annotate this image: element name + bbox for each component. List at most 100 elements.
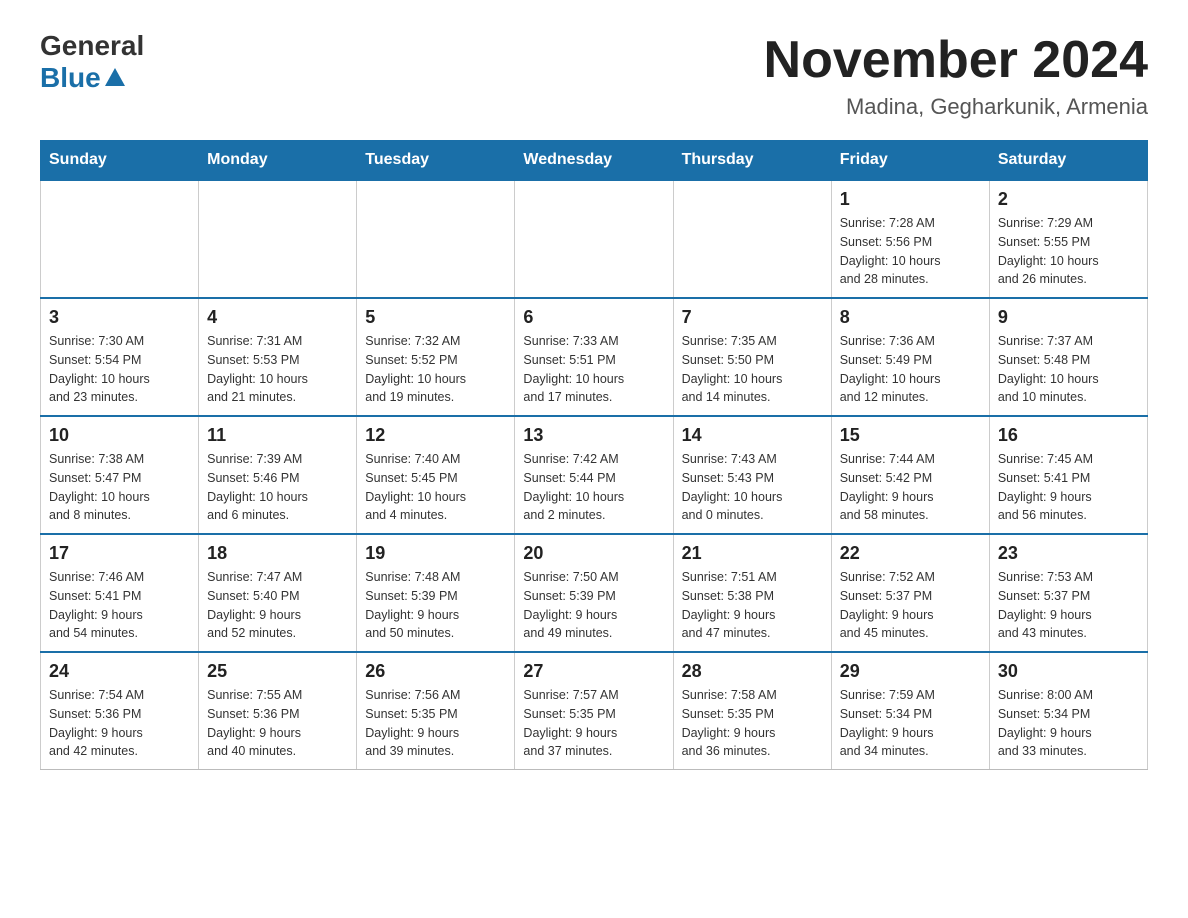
calendar-cell	[515, 180, 673, 298]
calendar-cell: 20 Sunrise: 7:50 AM Sunset: 5:39 PM Dayli…	[515, 534, 673, 652]
day-number: 1	[840, 189, 981, 210]
calendar-cell: 16Sunrise: 7:45 AM Sunset: 5:41 PM Dayli…	[989, 416, 1147, 534]
day-number: 18	[207, 543, 348, 564]
location-subtitle: Madina, Gegharkunik, Armenia	[764, 94, 1148, 120]
day-number: 13	[523, 425, 664, 446]
calendar-cell: 18 Sunrise: 7:47 AM Sunset: 5:40 PM Dayli…	[199, 534, 357, 652]
calendar-week-1: 1Sunrise: 7:28 AM Sunset: 5:56 PM Daylig…	[41, 180, 1148, 298]
calendar-cell: 26Sunrise: 7:56 AM Sunset: 5:35 PM Dayli…	[357, 652, 515, 770]
day-info: Sunrise: 7:53 AM Sunset: 5:37 PM Dayligh…	[998, 568, 1139, 643]
day-info: Sunrise: 7:59 AM Sunset: 5:34 PM Dayligh…	[840, 686, 981, 761]
logo-triangle-icon	[105, 68, 125, 86]
day-number: 8	[840, 307, 981, 328]
weekday-header-monday: Monday	[199, 141, 357, 181]
day-info: Sunrise: 7:56 AM Sunset: 5:35 PM Dayligh…	[365, 686, 506, 761]
calendar-cell: 10Sunrise: 7:38 AM Sunset: 5:47 PM Dayli…	[41, 416, 199, 534]
calendar-cell: 24 Sunrise: 7:54 AM Sunset: 5:36 PM Dayli…	[41, 652, 199, 770]
weekday-header-wednesday: Wednesday	[515, 141, 673, 181]
day-info: Sunrise: 7:58 AM Sunset: 5:35 PM Dayligh…	[682, 686, 823, 761]
day-info: Sunrise: 7:47 AM Sunset: 5:40 PM Dayligh…	[207, 568, 348, 643]
calendar-cell: 27Sunrise: 7:57 AM Sunset: 5:35 PM Dayli…	[515, 652, 673, 770]
calendar-cell: 22Sunrise: 7:52 AM Sunset: 5:37 PM Dayli…	[831, 534, 989, 652]
day-number: 30	[998, 661, 1139, 682]
day-info: Sunrise: 7:44 AM Sunset: 5:42 PM Dayligh…	[840, 450, 981, 525]
calendar-body: 1Sunrise: 7:28 AM Sunset: 5:56 PM Daylig…	[41, 180, 1148, 770]
day-number: 14	[682, 425, 823, 446]
calendar-cell: 25 Sunrise: 7:55 AM Sunset: 5:36 PM Dayli…	[199, 652, 357, 770]
day-number: 4	[207, 307, 348, 328]
day-info: Sunrise: 7:51 AM Sunset: 5:38 PM Dayligh…	[682, 568, 823, 643]
calendar-cell: 12 Sunrise: 7:40 AM Sunset: 5:45 PM Dayli…	[357, 416, 515, 534]
day-number: 15	[840, 425, 981, 446]
day-number: 20	[523, 543, 664, 564]
calendar-cell: 15 Sunrise: 7:44 AM Sunset: 5:42 PM Dayli…	[831, 416, 989, 534]
day-number: 3	[49, 307, 190, 328]
day-info: Sunrise: 7:35 AM Sunset: 5:50 PM Dayligh…	[682, 332, 823, 407]
calendar-cell: 19 Sunrise: 7:48 AM Sunset: 5:39 PM Dayli…	[357, 534, 515, 652]
weekday-header-row: SundayMondayTuesdayWednesdayThursdayFrid…	[41, 141, 1148, 181]
calendar-cell: 29 Sunrise: 7:59 AM Sunset: 5:34 PM Dayli…	[831, 652, 989, 770]
day-info: Sunrise: 7:57 AM Sunset: 5:35 PM Dayligh…	[523, 686, 664, 761]
day-info: Sunrise: 7:54 AM Sunset: 5:36 PM Dayligh…	[49, 686, 190, 761]
day-number: 12	[365, 425, 506, 446]
calendar-week-4: 17 Sunrise: 7:46 AM Sunset: 5:41 PM Dayli…	[41, 534, 1148, 652]
calendar-cell: 7 Sunrise: 7:35 AM Sunset: 5:50 PM Daylig…	[673, 298, 831, 416]
calendar-cell	[41, 180, 199, 298]
day-number: 9	[998, 307, 1139, 328]
calendar-week-3: 10Sunrise: 7:38 AM Sunset: 5:47 PM Dayli…	[41, 416, 1148, 534]
day-info: Sunrise: 7:33 AM Sunset: 5:51 PM Dayligh…	[523, 332, 664, 407]
day-number: 24	[49, 661, 190, 682]
day-info: Sunrise: 7:38 AM Sunset: 5:47 PM Dayligh…	[49, 450, 190, 525]
month-title: November 2024	[764, 30, 1148, 90]
calendar-cell: 2 Sunrise: 7:29 AM Sunset: 5:55 PM Daylig…	[989, 180, 1147, 298]
day-number: 21	[682, 543, 823, 564]
day-info: Sunrise: 7:30 AM Sunset: 5:54 PM Dayligh…	[49, 332, 190, 407]
day-number: 29	[840, 661, 981, 682]
calendar-table: SundayMondayTuesdayWednesdayThursdayFrid…	[40, 140, 1148, 770]
day-info: Sunrise: 8:00 AM Sunset: 5:34 PM Dayligh…	[998, 686, 1139, 761]
day-number: 2	[998, 189, 1139, 210]
calendar-cell: 14 Sunrise: 7:43 AM Sunset: 5:43 PM Dayli…	[673, 416, 831, 534]
day-info: Sunrise: 7:37 AM Sunset: 5:48 PM Dayligh…	[998, 332, 1139, 407]
day-info: Sunrise: 7:48 AM Sunset: 5:39 PM Dayligh…	[365, 568, 506, 643]
calendar-header: SundayMondayTuesdayWednesdayThursdayFrid…	[41, 141, 1148, 181]
day-number: 23	[998, 543, 1139, 564]
day-info: Sunrise: 7:45 AM Sunset: 5:41 PM Dayligh…	[998, 450, 1139, 525]
day-info: Sunrise: 7:29 AM Sunset: 5:55 PM Dayligh…	[998, 214, 1139, 289]
day-number: 19	[365, 543, 506, 564]
calendar-week-2: 3 Sunrise: 7:30 AM Sunset: 5:54 PM Daylig…	[41, 298, 1148, 416]
calendar-cell: 4 Sunrise: 7:31 AM Sunset: 5:53 PM Daylig…	[199, 298, 357, 416]
weekday-header-thursday: Thursday	[673, 141, 831, 181]
day-number: 7	[682, 307, 823, 328]
day-info: Sunrise: 7:46 AM Sunset: 5:41 PM Dayligh…	[49, 568, 190, 643]
day-info: Sunrise: 7:31 AM Sunset: 5:53 PM Dayligh…	[207, 332, 348, 407]
logo: General Blue	[40, 30, 144, 94]
day-number: 5	[365, 307, 506, 328]
day-number: 11	[207, 425, 348, 446]
day-info: Sunrise: 7:40 AM Sunset: 5:45 PM Dayligh…	[365, 450, 506, 525]
weekday-header-tuesday: Tuesday	[357, 141, 515, 181]
day-number: 25	[207, 661, 348, 682]
calendar-cell: 9 Sunrise: 7:37 AM Sunset: 5:48 PM Daylig…	[989, 298, 1147, 416]
day-info: Sunrise: 7:52 AM Sunset: 5:37 PM Dayligh…	[840, 568, 981, 643]
calendar-cell	[199, 180, 357, 298]
calendar-cell: 1Sunrise: 7:28 AM Sunset: 5:56 PM Daylig…	[831, 180, 989, 298]
calendar-cell: 13Sunrise: 7:42 AM Sunset: 5:44 PM Dayli…	[515, 416, 673, 534]
day-number: 17	[49, 543, 190, 564]
calendar-cell: 3 Sunrise: 7:30 AM Sunset: 5:54 PM Daylig…	[41, 298, 199, 416]
calendar-cell	[673, 180, 831, 298]
day-info: Sunrise: 7:55 AM Sunset: 5:36 PM Dayligh…	[207, 686, 348, 761]
day-number: 6	[523, 307, 664, 328]
logo-general-text: General	[40, 30, 144, 62]
calendar-cell: 21 Sunrise: 7:51 AM Sunset: 5:38 PM Dayli…	[673, 534, 831, 652]
calendar-cell	[357, 180, 515, 298]
day-number: 28	[682, 661, 823, 682]
day-info: Sunrise: 7:50 AM Sunset: 5:39 PM Dayligh…	[523, 568, 664, 643]
calendar-cell: 5 Sunrise: 7:32 AM Sunset: 5:52 PM Daylig…	[357, 298, 515, 416]
day-info: Sunrise: 7:39 AM Sunset: 5:46 PM Dayligh…	[207, 450, 348, 525]
day-info: Sunrise: 7:32 AM Sunset: 5:52 PM Dayligh…	[365, 332, 506, 407]
day-info: Sunrise: 7:43 AM Sunset: 5:43 PM Dayligh…	[682, 450, 823, 525]
calendar-cell: 6 Sunrise: 7:33 AM Sunset: 5:51 PM Daylig…	[515, 298, 673, 416]
weekday-header-friday: Friday	[831, 141, 989, 181]
weekday-header-saturday: Saturday	[989, 141, 1147, 181]
